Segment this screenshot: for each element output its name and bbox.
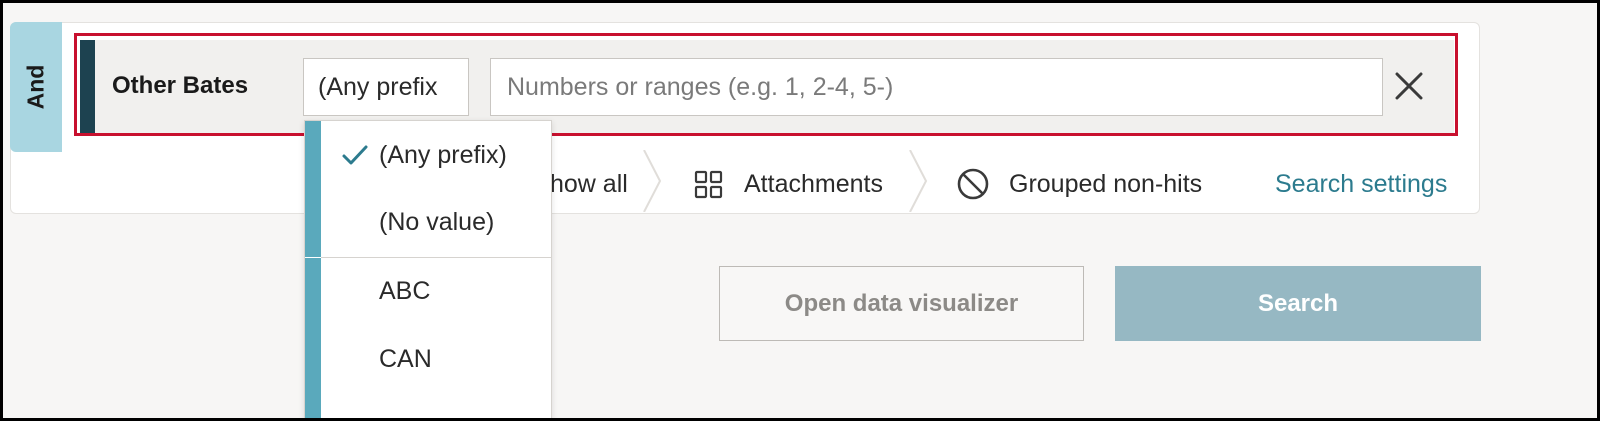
dropdown-option-abc[interactable]: ABC	[379, 277, 430, 306]
dropdown-accent-bar	[305, 121, 321, 257]
open-data-visualizer-button[interactable]: Open data visualizer	[719, 266, 1084, 341]
search-button[interactable]: Search	[1115, 266, 1481, 341]
dropdown-option-can[interactable]: CAN	[379, 345, 432, 374]
grouped-nonhits-option[interactable]: Grouped non-hits	[1009, 170, 1202, 199]
highlight-outline	[74, 33, 1458, 136]
dropdown-option-no-value[interactable]: (No value)	[379, 208, 494, 237]
dropdown-accent-bar	[305, 258, 321, 420]
check-icon	[342, 145, 368, 165]
search-settings-link[interactable]: Search settings	[1275, 170, 1447, 199]
attachments-option[interactable]: Attachments	[744, 170, 883, 199]
and-connector-label: And	[22, 64, 49, 110]
dropdown-option-any-prefix[interactable]: (Any prefix)	[379, 141, 507, 170]
grouped-nonhits-ban-icon	[957, 168, 989, 200]
dropdown-divider	[321, 257, 551, 258]
prefix-dropdown-menu: (Any prefix) (No value) ABC CAN	[304, 120, 552, 421]
attachments-grid-icon	[694, 170, 723, 199]
chevron-separator-icon	[909, 150, 928, 212]
chevron-separator-icon	[643, 150, 662, 212]
show-all-option[interactable]: how all	[550, 170, 628, 199]
